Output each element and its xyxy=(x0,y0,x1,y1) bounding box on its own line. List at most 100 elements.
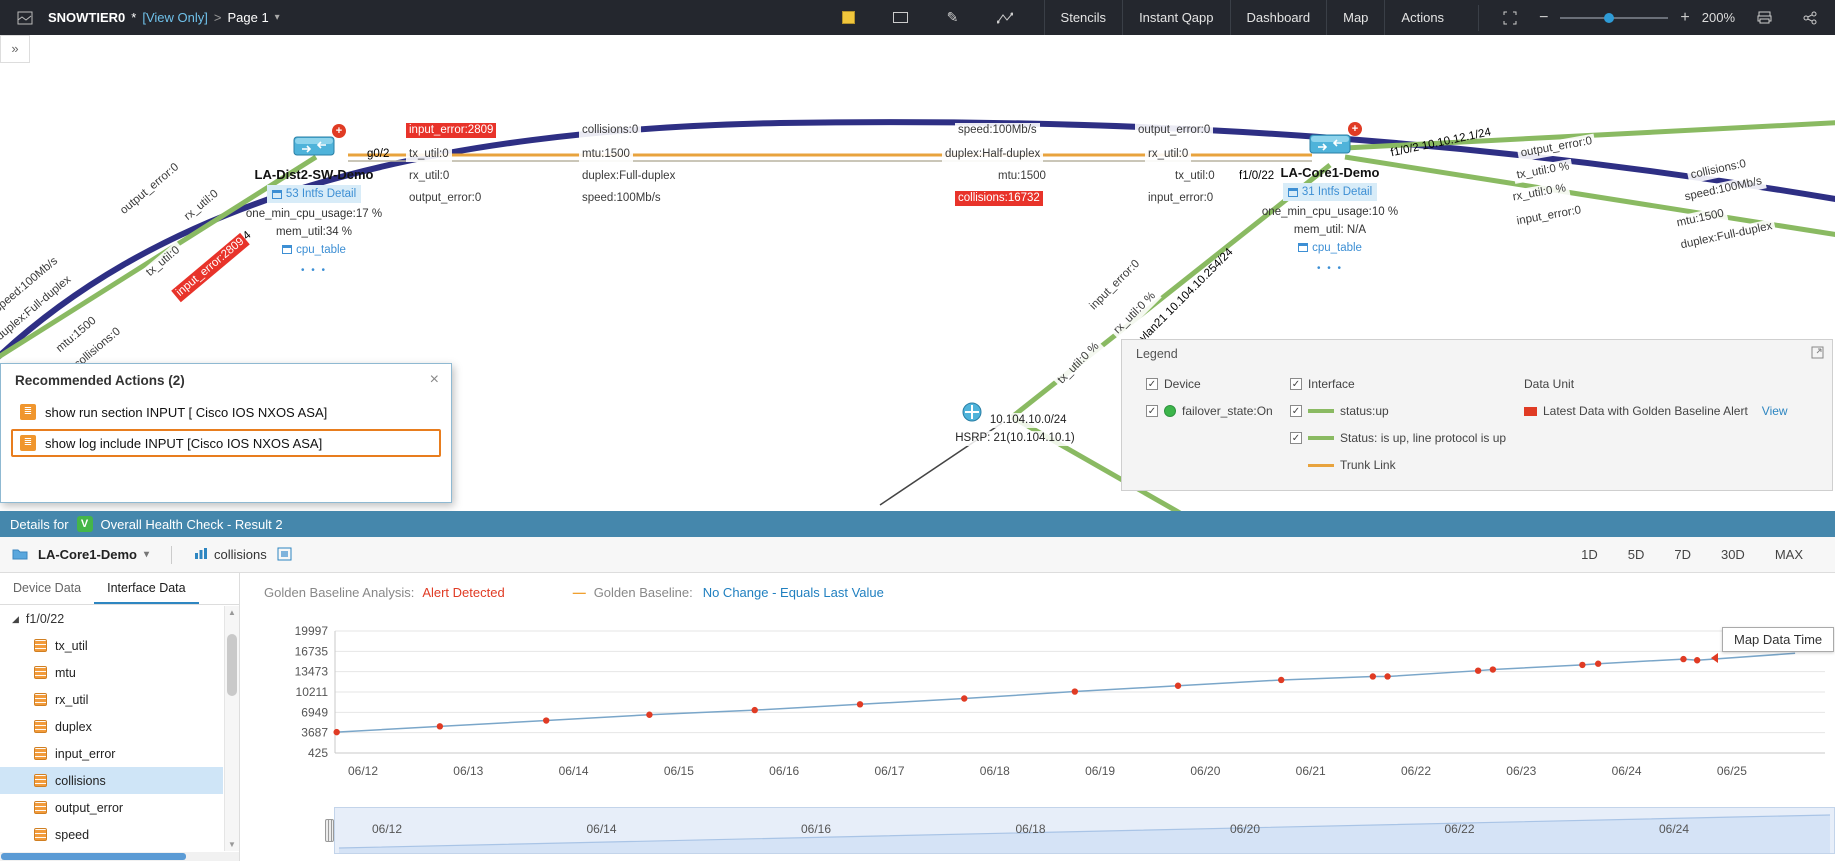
field-item-collisions[interactable]: collisions xyxy=(0,767,223,794)
device-selector[interactable]: LA-Core1-Demo ▾ xyxy=(38,547,149,562)
navigator-left-handle[interactable] xyxy=(325,819,334,842)
expand-sidebar-button[interactable]: » xyxy=(0,35,30,63)
legend-column-header: Interface xyxy=(1308,377,1355,391)
range-30d[interactable]: 30D xyxy=(1721,547,1745,562)
hscrollbar-thumb[interactable] xyxy=(1,853,186,860)
field-item-rx_util[interactable]: rx_util xyxy=(0,686,223,713)
timeline-navigator[interactable]: 06/1206/1406/1606/1806/2006/2206/24 xyxy=(334,807,1835,854)
network-map[interactable]: » input_error:2809tx_util:0rx_util:0outp… xyxy=(0,35,1835,511)
alert-badge-icon[interactable]: + xyxy=(1348,122,1362,136)
view-link[interactable]: View xyxy=(1762,404,1788,418)
field-item-duplex[interactable]: duplex xyxy=(0,713,223,740)
range-5d[interactable]: 5D xyxy=(1628,547,1645,562)
collisions-chart[interactable]: 425368769491021113473167351999706/1206/1… xyxy=(240,573,1835,788)
range-max[interactable]: MAX xyxy=(1775,547,1803,562)
fit-screen-icon[interactable] xyxy=(1497,5,1523,31)
device-name[interactable]: LA-Core1-Demo xyxy=(1210,165,1450,180)
zoom-slider[interactable] xyxy=(1560,17,1668,19)
recommended-actions-list: ≣show run section INPUT [ Cisco IOS NXOS… xyxy=(1,394,451,464)
range-7d[interactable]: 7D xyxy=(1674,547,1691,562)
map-data-time-box[interactable]: Map Data Time xyxy=(1722,627,1834,652)
field-type-icon xyxy=(34,801,47,814)
note-icon[interactable] xyxy=(836,5,862,31)
legend-item-label: failover_state:On xyxy=(1182,404,1273,418)
checkbox[interactable]: ✓ xyxy=(1290,432,1302,444)
recommended-action-item[interactable]: ≣show log include INPUT [Cisco IOS NXOS … xyxy=(11,429,441,457)
pencil-icon[interactable]: ✎ xyxy=(940,5,966,31)
subnet-label: 10.104.10.0/24 xyxy=(988,413,1069,428)
view-only-badge[interactable]: [View Only] xyxy=(142,10,208,25)
cpu-table-link[interactable]: cpu_table xyxy=(1298,239,1362,257)
checkbox[interactable]: ✓ xyxy=(1290,378,1302,390)
topbar-menu: StencilsInstant QappDashboardMapActions xyxy=(1044,0,1461,35)
legend-column-header: Device xyxy=(1164,377,1201,391)
share-icon[interactable] xyxy=(1797,5,1823,31)
field-label: speed xyxy=(55,828,89,842)
more-options-icon[interactable]: • • • xyxy=(1210,260,1450,278)
collapse-arrow-icon[interactable]: ◢ xyxy=(12,614,19,625)
switch-icon: + xyxy=(1308,129,1352,162)
close-icon[interactable]: × xyxy=(430,371,439,389)
tree-tabs: Device Data Interface Data xyxy=(0,573,239,605)
svg-text:06/19: 06/19 xyxy=(1085,764,1115,778)
scrollbar-thumb[interactable] xyxy=(227,634,237,696)
link-label: mtu:1500 xyxy=(579,147,633,162)
range-1d[interactable]: 1D xyxy=(1581,547,1598,562)
map-icon[interactable] xyxy=(12,5,38,31)
field-item-output_error[interactable]: output_error xyxy=(0,794,223,821)
cpu-table-link[interactable]: cpu_table xyxy=(282,241,346,259)
expand-icon[interactable] xyxy=(1811,346,1824,362)
zoom-slider-knob[interactable] xyxy=(1604,13,1614,23)
device-node-la-dist2[interactable]: + LA-Dist2-SW-Demo 53 Intfs Detail one_m… xyxy=(194,131,434,280)
popout-icon[interactable] xyxy=(277,546,293,564)
topbar: SNOWTIER0 * [View Only] > Page 1 ▾ ✎ Ste… xyxy=(0,0,1835,35)
svg-text:06/13: 06/13 xyxy=(453,764,483,778)
navigator-date-label: 06/16 xyxy=(801,822,831,836)
zoom-out-button[interactable]: − xyxy=(1539,10,1548,26)
menu-actions[interactable]: Actions xyxy=(1384,0,1460,35)
zoom-in-button[interactable]: + xyxy=(1680,10,1689,26)
field-item-mtu[interactable]: mtu xyxy=(0,659,223,686)
shape-icon[interactable] xyxy=(888,5,914,31)
link-label: duplex:Half-duplex xyxy=(942,147,1043,162)
field-tree: ◢ f1/0/22 tx_utilmturx_utilduplexinput_e… xyxy=(0,606,223,851)
data-tree-pane: Device Data Interface Data ◢ f1/0/22 tx_… xyxy=(0,573,240,861)
svg-text:19997: 19997 xyxy=(295,624,329,638)
device-node-la-core1[interactable]: + LA-Core1-Demo 31 Intfs Detail one_min_… xyxy=(1210,129,1450,278)
checkbox[interactable]: ✓ xyxy=(1290,405,1302,417)
tab-device-data[interactable]: Device Data xyxy=(0,573,94,604)
tab-interface-data[interactable]: Interface Data xyxy=(94,573,199,604)
intfs-detail-link[interactable]: 53 Intfs Detail xyxy=(267,185,361,203)
svg-text:3687: 3687 xyxy=(301,726,328,740)
checkbox[interactable]: ✓ xyxy=(1146,405,1158,417)
field-item-tx_util[interactable]: tx_util xyxy=(0,632,223,659)
alert-badge-icon[interactable]: + xyxy=(332,124,346,138)
recommended-action-item[interactable]: ≣show run section INPUT [ Cisco IOS NXOS… xyxy=(11,398,441,426)
more-options-icon[interactable]: • • • xyxy=(194,262,434,280)
field-item-speed[interactable]: speed xyxy=(0,821,223,848)
field-type-icon xyxy=(34,747,47,760)
interface-group[interactable]: ◢ f1/0/22 xyxy=(0,606,223,632)
scroll-down-icon[interactable]: ▼ xyxy=(225,840,239,849)
menu-instant-qapp[interactable]: Instant Qapp xyxy=(1122,0,1229,35)
page-selector[interactable]: Page 1 xyxy=(227,10,268,25)
legend-item-label: Status: is up, line protocol is up xyxy=(1340,431,1506,445)
link-label: output_error:0 xyxy=(1135,123,1213,138)
legend-item-label: Latest Data with Golden Baseline Alert xyxy=(1543,404,1748,418)
path-icon[interactable] xyxy=(992,5,1018,31)
tree-scrollbar[interactable]: ▲ ▼ xyxy=(224,606,239,851)
tree-hscrollbar[interactable] xyxy=(0,852,239,861)
chevron-down-icon[interactable]: ▾ xyxy=(275,12,280,23)
menu-dashboard[interactable]: Dashboard xyxy=(1230,0,1327,35)
interface-group-label: f1/0/22 xyxy=(26,612,64,626)
field-item-input_error[interactable]: input_error xyxy=(0,740,223,767)
hsrp-node[interactable]: 10.104.10.0/24 HSRP: 21(10.104.10.1) xyxy=(930,401,1100,446)
menu-stencils[interactable]: Stencils xyxy=(1044,0,1123,35)
menu-map[interactable]: Map xyxy=(1326,0,1384,35)
intfs-detail-link[interactable]: 31 Intfs Detail xyxy=(1283,183,1377,201)
checkbox[interactable]: ✓ xyxy=(1146,378,1158,390)
export-icon[interactable] xyxy=(1751,5,1777,31)
device-name[interactable]: LA-Dist2-SW-Demo xyxy=(194,167,434,182)
scroll-up-icon[interactable]: ▲ xyxy=(225,608,239,617)
field-type-icon xyxy=(34,774,47,787)
